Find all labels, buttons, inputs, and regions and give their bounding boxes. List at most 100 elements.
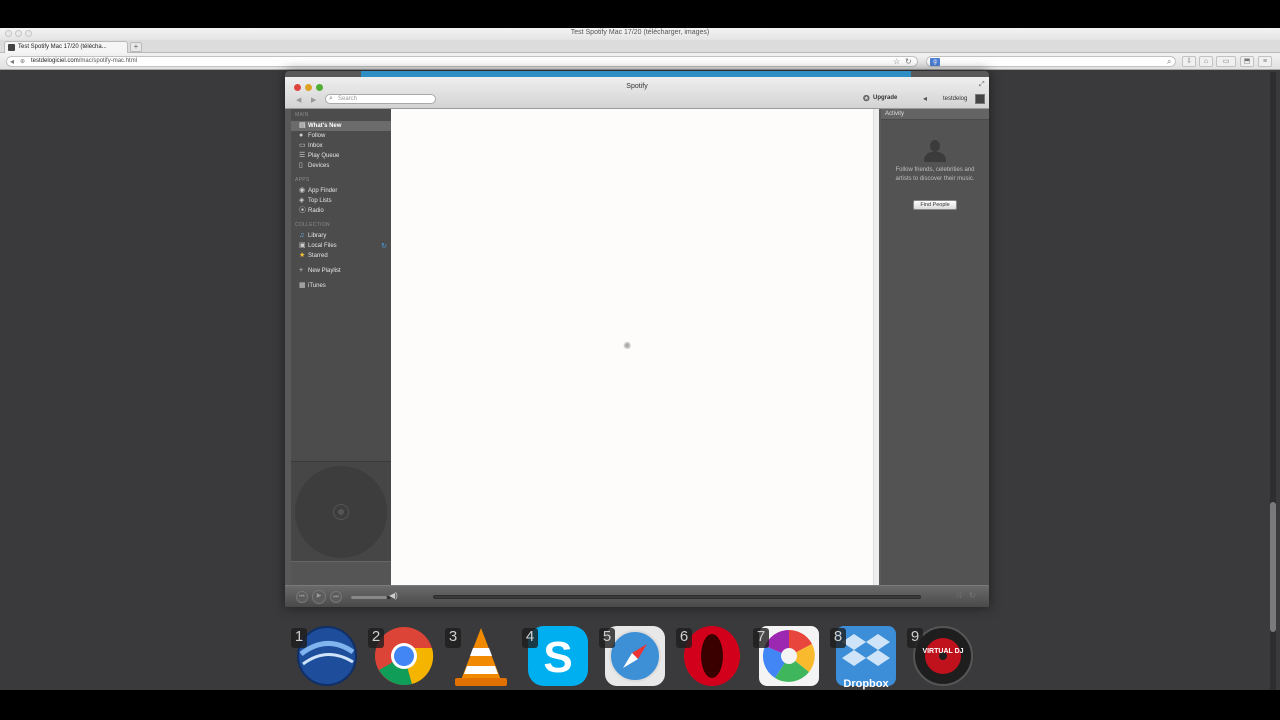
fullscreen-icon[interactable]: ⤢ xyxy=(979,81,985,89)
virtual-dj-label: VIRTUAL DJ xyxy=(922,648,964,655)
volume-icon[interactable]: ◀) xyxy=(389,591,398,600)
dropbox-label: Dropbox xyxy=(843,678,889,690)
dock-number: 3 xyxy=(445,628,461,648)
sidebar-item-label: Local Files xyxy=(308,243,337,249)
sidebar-item-library[interactable]: ♫ Library xyxy=(291,231,391,241)
view-button[interactable]: ▭ xyxy=(1216,56,1236,67)
sidebar-item-label: iTunes xyxy=(308,283,326,289)
sidebar-item-inbox[interactable]: ▭ Inbox xyxy=(291,141,391,151)
download-button[interactable]: ⇩ xyxy=(1182,56,1196,67)
dock-item-skype[interactable]: S 4 xyxy=(522,624,590,688)
dock-item-picasa[interactable]: 7 xyxy=(753,624,821,688)
username[interactable]: testdelog xyxy=(943,96,967,102)
browser-tab[interactable]: Test Spotify Mac 17/20 (télécha... xyxy=(4,41,128,53)
repeat-icon[interactable]: ↻ xyxy=(969,591,976,600)
section-header-collection: COLLECTION xyxy=(295,222,330,228)
dock-item-vlc[interactable]: 3 xyxy=(445,624,513,688)
page-scrollbar-thumb[interactable] xyxy=(1270,502,1276,632)
track-progress-bar[interactable] xyxy=(433,595,921,599)
volume-slider[interactable] xyxy=(351,596,391,599)
dock: 1 2 3 S 4 5 6 7 8 Dropbox 9 VIRTUAL DJ xyxy=(285,621,989,690)
dock-number: 6 xyxy=(676,628,692,648)
tab-bar: Test Spotify Mac 17/20 (télécha... + xyxy=(0,40,1280,53)
screen: Test Spotify Mac 17/20 (télécharger, ima… xyxy=(0,0,1280,720)
previous-button[interactable]: ⏮ xyxy=(296,591,308,603)
search-icon[interactable]: ⌕ xyxy=(1167,57,1171,67)
notification-icon[interactable]: ◂ xyxy=(923,94,927,103)
sidebar-item-app-finder[interactable]: ◉ App Finder xyxy=(291,186,391,196)
dock-number: 2 xyxy=(368,628,384,648)
follow-icon: ● xyxy=(299,132,304,139)
new-playlist-button[interactable]: + New Playlist xyxy=(291,266,391,276)
main-scrollbar[interactable] xyxy=(873,109,879,585)
svg-text:S: S xyxy=(543,633,572,682)
loading-spinner-icon: ✺ xyxy=(623,341,632,352)
sidebar-item-itunes[interactable]: ▦ iTunes xyxy=(291,281,391,291)
dock-item-dropbox[interactable]: 8 Dropbox xyxy=(830,624,898,690)
upgrade-button[interactable]: ✪ Upgrade xyxy=(863,94,898,103)
sidebar-item-radio[interactable]: ⦿ Radio xyxy=(291,206,391,216)
sidebar-item-label: What's New xyxy=(308,123,342,129)
new-tab-button[interactable]: + xyxy=(130,42,142,52)
back-arrow-icon[interactable]: ◀ xyxy=(296,96,301,104)
activity-panel: Activity Follow friends, celebrities and… xyxy=(881,109,989,585)
dock-item-virtual-dj[interactable]: 9 VIRTUAL DJ xyxy=(907,624,975,688)
spotify-title: Spotify xyxy=(626,83,648,90)
radio-icon: ⦿ xyxy=(299,207,306,214)
star-icon: ★ xyxy=(299,252,306,259)
dock-number: 9 xyxy=(907,628,923,648)
sidebar-item-follow[interactable]: ● Follow xyxy=(291,131,391,141)
inbox-icon: ▭ xyxy=(299,142,306,149)
new-playlist-label: New Playlist xyxy=(308,268,341,274)
back-icon[interactable]: ◂ xyxy=(10,57,14,67)
page-scrollbar[interactable] xyxy=(1270,72,1276,690)
person-silhouette-icon xyxy=(922,140,948,164)
sidebar-item-label: Follow xyxy=(308,133,326,139)
dock-item-safari[interactable]: 5 xyxy=(599,624,667,688)
sidebar-item-whats-new[interactable]: ▤ What's New xyxy=(291,121,391,131)
sidebar-item-starred[interactable]: ★ Starred xyxy=(291,251,391,261)
google-icon[interactable]: g xyxy=(930,58,940,66)
dock-item-chrome[interactable]: 2 xyxy=(368,624,436,688)
shuffle-icon[interactable]: ⤨ xyxy=(955,591,961,601)
address-bar[interactable]: ◂ ⊕ testdelogiciel.com/mac/spotify-mac.h… xyxy=(6,56,918,67)
url-host: testdelogiciel.com xyxy=(31,58,79,64)
sidebar-item-label: Devices xyxy=(308,163,330,169)
activity-header: Activity xyxy=(881,109,989,120)
dock-item-google-earth[interactable]: 1 xyxy=(291,624,359,688)
home-button[interactable]: ⌂ xyxy=(1199,56,1213,67)
upgrade-label: Upgrade xyxy=(873,95,898,101)
dock-number: 7 xyxy=(753,628,769,648)
dock-number: 5 xyxy=(599,628,615,648)
top-lists-icon: ◈ xyxy=(299,197,305,204)
sidebar-item-local-files[interactable]: ▣ Local Files ↻ xyxy=(291,241,391,251)
sidebar-item-label: Play Queue xyxy=(308,153,340,159)
spotify-search-input[interactable]: ⌕ Search xyxy=(325,94,436,104)
dock-item-opera[interactable]: 6 xyxy=(676,624,744,688)
sidebar-item-play-queue[interactable]: ☰ Play Queue xyxy=(291,151,391,161)
navigation-bar: ◂ ⊕ testdelogiciel.com/mac/spotify-mac.h… xyxy=(0,53,1280,70)
main-content: ✺ xyxy=(391,109,879,585)
local-files-icon: ▣ xyxy=(299,242,306,249)
menu-button[interactable]: ≡ xyxy=(1258,56,1272,67)
bookmark-star-icon[interactable]: ☆ xyxy=(893,57,900,67)
next-button[interactable]: ⏭ xyxy=(330,591,342,603)
forward-arrow-icon[interactable]: ▶ xyxy=(311,96,316,104)
avatar[interactable] xyxy=(975,94,985,104)
sidebar-item-devices[interactable]: ▯ Devices xyxy=(291,161,391,171)
section-header-apps: APPS xyxy=(295,177,310,183)
reload-icon[interactable]: ↻ xyxy=(905,57,912,67)
sidebar-item-label: Starred xyxy=(308,253,328,259)
itunes-icon: ▦ xyxy=(299,282,306,289)
search-engine-field[interactable]: g ⌕ xyxy=(926,56,1176,67)
whats-new-icon: ▤ xyxy=(299,122,306,129)
app-finder-icon: ◉ xyxy=(299,187,306,194)
extension-button[interactable]: ⬒ xyxy=(1240,56,1254,67)
spotify-window: Spotify ⤢ ◀ ▶ ⌕ Search ✪ Upgrade ◂ testd… xyxy=(285,71,989,607)
play-button[interactable]: ▶ xyxy=(312,590,326,604)
dock-number: 8 xyxy=(830,628,846,648)
player-bar: ⏮ ▶ ⏭ ◀) ⤨ ↻ xyxy=(285,585,989,607)
sidebar-item-top-lists[interactable]: ◈ Top Lists xyxy=(291,196,391,206)
find-people-button[interactable]: Find People xyxy=(913,200,957,210)
sidebar-item-label: Top Lists xyxy=(308,198,332,204)
